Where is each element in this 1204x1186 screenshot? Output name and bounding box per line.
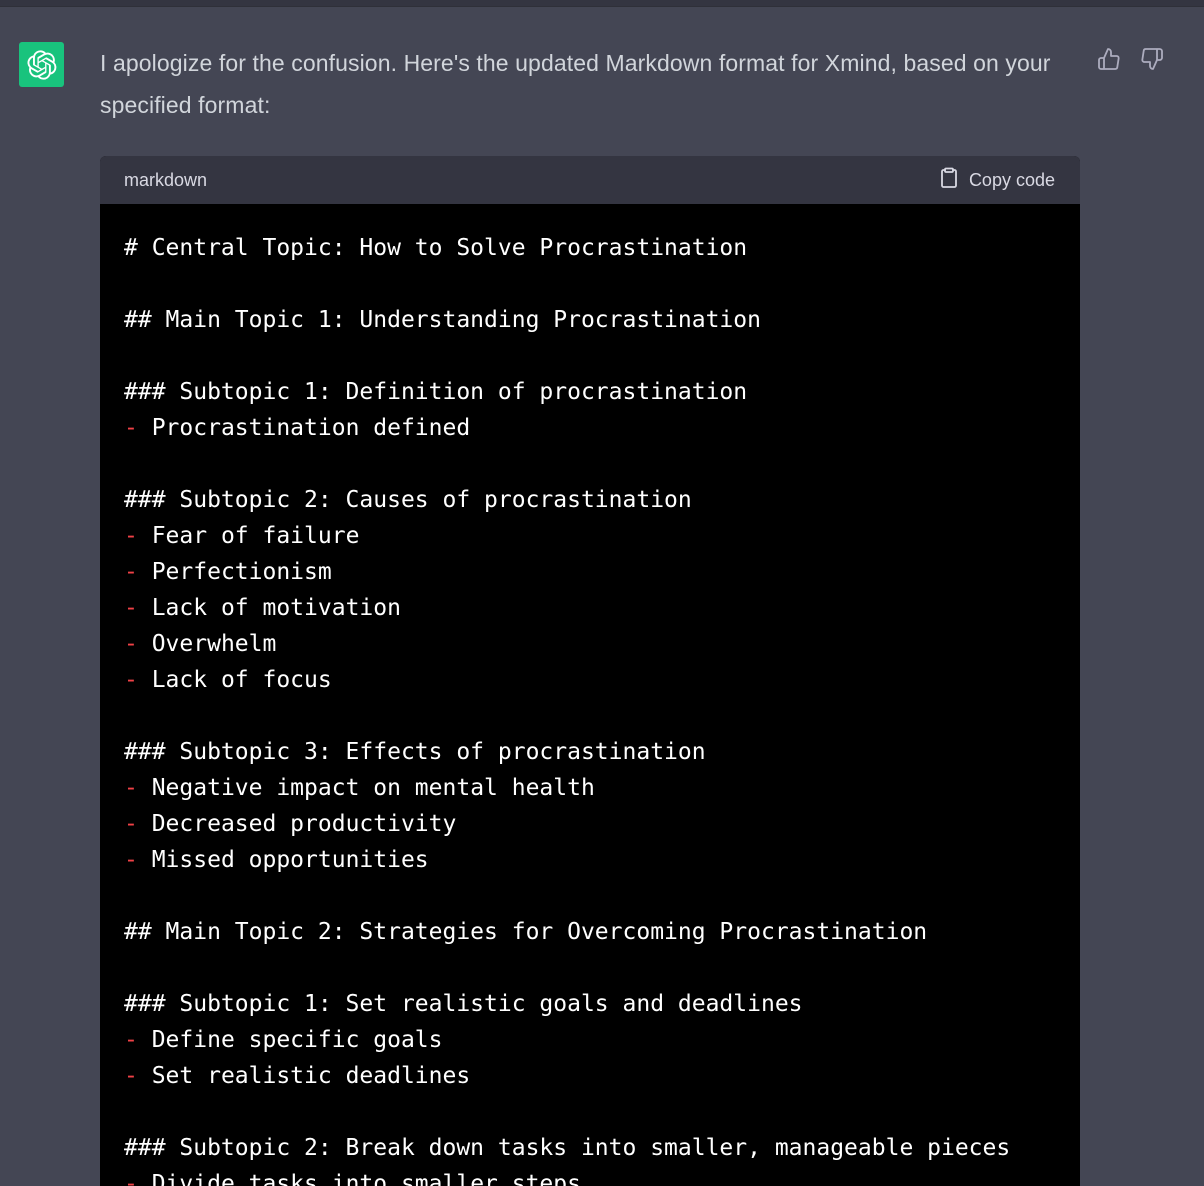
list-dash: - <box>124 1063 138 1089</box>
code-line-text: ### Subtopic 2: Causes of procrastinatio… <box>124 487 692 513</box>
code-line: - Divide tasks into smaller steps <box>124 1166 1080 1186</box>
code-language-label: markdown <box>124 169 208 190</box>
code-line: - Procrastination defined <box>124 410 1080 446</box>
thumbs-down-icon <box>1140 47 1164 76</box>
copy-code-button[interactable]: Copy code <box>939 167 1055 194</box>
code-line: ### Subtopic 3: Effects of procrastinati… <box>124 734 1080 770</box>
code-line-text: ### Subtopic 1: Set realistic goals and … <box>124 991 803 1017</box>
code-line-text: Define specific goals <box>137 1027 443 1053</box>
code-line-text: ### Subtopic 1: Definition of procrastin… <box>124 379 748 405</box>
code-line-text: ## Main Topic 1: Understanding Procrasti… <box>124 307 761 333</box>
list-dash: - <box>124 415 138 441</box>
code-line-text: Set realistic deadlines <box>137 1063 471 1089</box>
code-line-text: Overwhelm <box>137 631 277 657</box>
code-line-text: ### Subtopic 2: Break down tasks into sm… <box>124 1135 1011 1161</box>
code-line: ### Subtopic 2: Break down tasks into sm… <box>124 1130 1080 1166</box>
openai-logo-icon <box>26 49 57 80</box>
thumbs-up-button[interactable] <box>1096 47 1122 76</box>
code-line: # Central Topic: How to Solve Procrastin… <box>124 230 1080 266</box>
list-dash: - <box>124 775 138 801</box>
code-line: - Set realistic deadlines <box>124 1058 1080 1094</box>
code-content: # Central Topic: How to Solve Procrastin… <box>100 204 1080 1186</box>
code-line-text: ## Main Topic 2: Strategies for Overcomi… <box>124 919 928 945</box>
list-dash: - <box>124 811 138 837</box>
code-line: - Missed opportunities <box>124 842 1080 878</box>
list-dash: - <box>124 595 138 621</box>
code-line: ### Subtopic 1: Set realistic goals and … <box>124 986 1080 1022</box>
code-line: ### Subtopic 2: Causes of procrastinatio… <box>124 482 1080 518</box>
assistant-avatar <box>19 42 64 87</box>
code-line-text: Divide tasks into smaller steps <box>137 1171 581 1186</box>
code-line-text: Lack of motivation <box>137 595 401 621</box>
code-line: ## Main Topic 2: Strategies for Overcomi… <box>124 914 1080 950</box>
list-dash: - <box>124 667 138 693</box>
list-dash: - <box>124 631 138 657</box>
code-line: - Overwhelm <box>124 626 1080 662</box>
code-line: ## Main Topic 1: Understanding Procrasti… <box>124 302 1080 338</box>
code-line: - Decreased productivity <box>124 806 1080 842</box>
code-line: - Lack of motivation <box>124 590 1080 626</box>
code-header: markdown Copy code <box>100 156 1080 204</box>
code-line-text: ### Subtopic 3: Effects of procrastinati… <box>124 739 706 765</box>
code-line-text: Negative impact on mental health <box>137 775 595 801</box>
list-dash: - <box>124 847 138 873</box>
code-line: - Lack of focus <box>124 662 1080 698</box>
code-line: - Define specific goals <box>124 1022 1080 1058</box>
thumbs-down-button[interactable] <box>1139 47 1165 76</box>
code-line: - Fear of failure <box>124 518 1080 554</box>
code-block: markdown Copy code # Central Topic: How … <box>100 156 1080 1186</box>
top-divider <box>0 0 1204 7</box>
list-dash: - <box>124 1027 138 1053</box>
thumbs-up-icon <box>1097 47 1121 76</box>
code-line-text: # Central Topic: How to Solve Procrastin… <box>124 235 748 261</box>
assistant-message: I apologize for the confusion. Here's th… <box>100 50 1051 118</box>
code-line-text: Decreased productivity <box>137 811 457 837</box>
code-line: - Negative impact on mental health <box>124 770 1080 806</box>
list-dash: - <box>124 523 138 549</box>
code-line: - Perfectionism <box>124 554 1080 590</box>
code-line-text: Perfectionism <box>137 559 332 585</box>
code-line-text: Procrastination defined <box>137 415 471 441</box>
code-line: ### Subtopic 1: Definition of procrastin… <box>124 374 1080 410</box>
code-line-text: Lack of focus <box>137 667 332 693</box>
clipboard-icon <box>939 167 959 194</box>
list-dash: - <box>124 559 138 585</box>
copy-code-label: Copy code <box>968 169 1055 190</box>
code-line-text: Missed opportunities <box>137 847 429 873</box>
code-line-text: Fear of failure <box>137 523 360 549</box>
list-dash: - <box>124 1171 138 1186</box>
